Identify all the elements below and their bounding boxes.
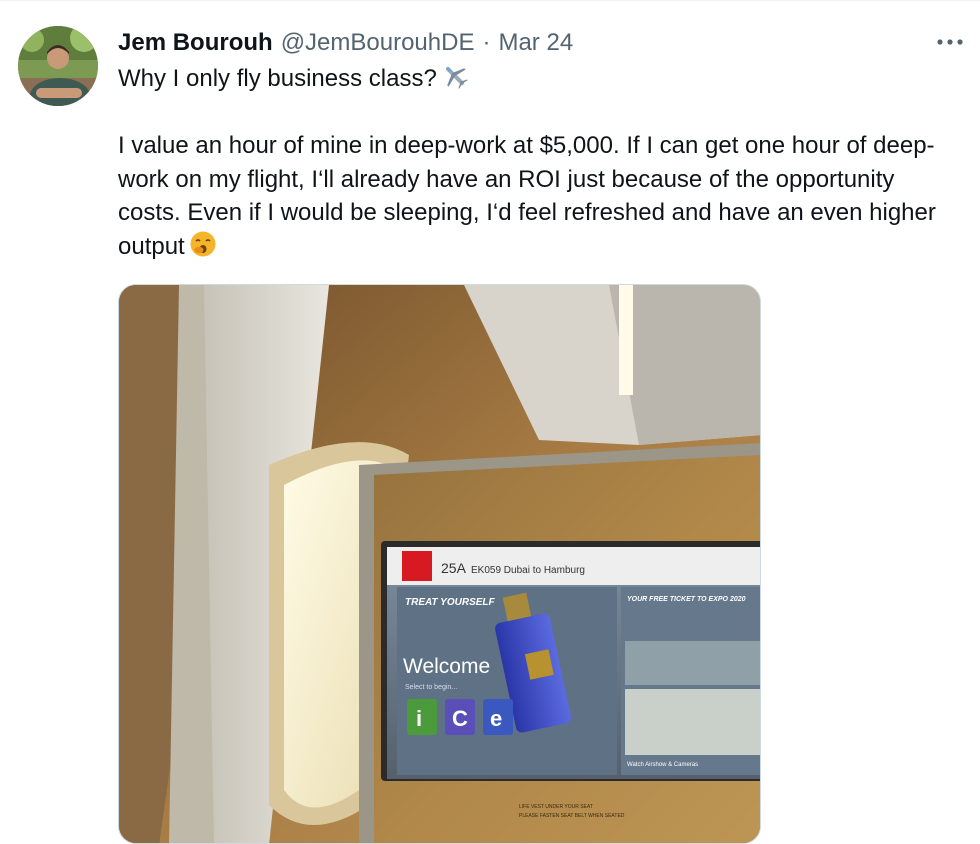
tweet-date[interactable]: Mar 24 [498,28,573,58]
tile-i-letter: i [416,706,422,731]
watch-airshow-link: Watch Airshow & Cameras [627,762,698,768]
tweet-text: Why I only fly business class? I value a… [118,62,958,263]
placard-seatbelt: PLEASE FASTEN SEAT BELT WHEN SEATED [519,813,625,819]
tile-c-letter: C [452,706,468,731]
more-options-icon[interactable] [934,30,966,54]
author-handle[interactable]: @JemBourouhDE [281,28,475,58]
expo-title: YOUR FREE TICKET TO EXPO 2020 [627,596,746,603]
flight-info-label: EK059 Dubai to Hamburg [471,565,585,576]
tile-e-letter: e [490,706,502,731]
welcome-text: Welcome [403,655,490,678]
top-divider [0,0,980,1]
tweet-photo[interactable]: 25A EK059 Dubai to Hamburg TREAT YOURSEL… [118,284,761,844]
tweet-line-1: Why I only fly business class? [118,65,437,92]
avatar[interactable] [18,26,98,106]
airplane-emoji-icon [441,62,469,90]
tweet-body: I value an hour of mine in deep-work at … [118,132,943,260]
separator-dot: · [482,29,491,56]
yawning-face-emoji-icon [189,230,217,258]
tweet-header: Jem Bourouh @JemBourouhDE · Mar 24 [118,28,573,58]
select-prompt: Select to begin... [405,684,457,691]
author-name[interactable]: Jem Bourouh [118,28,273,58]
placard-lifevest: LIFE VEST UNDER YOUR SEAT [519,804,593,810]
treat-title: TREAT YOURSELF [405,597,496,608]
seat-flight-label: 25A [441,560,467,576]
